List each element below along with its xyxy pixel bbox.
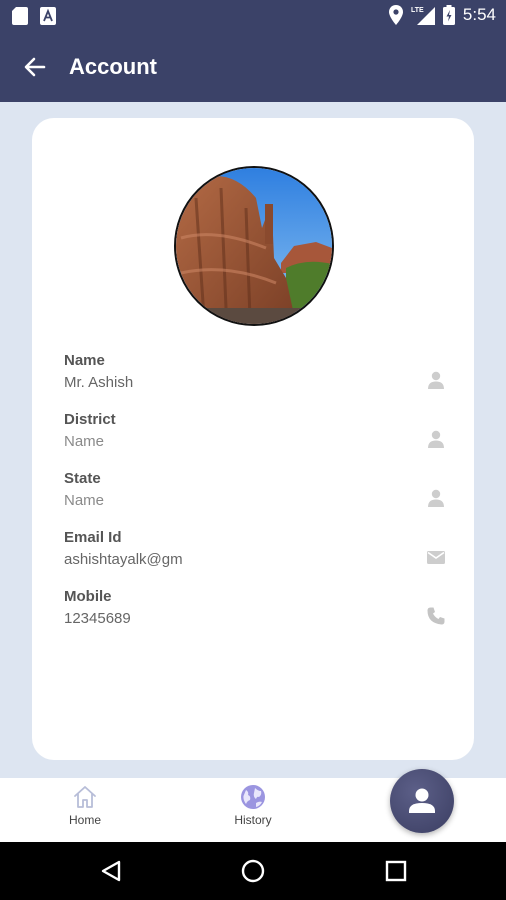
field-email-value: ashishtayalk@gm: [64, 551, 183, 568]
field-state: State Name: [64, 470, 444, 520]
nav-item-home-label: Home: [68, 813, 101, 827]
field-email-label: Email Id: [64, 529, 122, 546]
app-bar: Account: [0, 32, 506, 102]
status-right-icons: LTE 5:54: [388, 5, 496, 25]
location-icon: [388, 5, 403, 25]
field-name: Name Mr. Ashish: [64, 352, 444, 402]
field-name-label: Name: [64, 352, 105, 369]
sd-card-icon: [12, 7, 28, 25]
field-email: Email Id ashishtayalk@gm: [64, 529, 445, 579]
home-circle-icon[interactable]: [241, 859, 265, 883]
field-name-value: Mr. Ashish: [64, 374, 134, 391]
arrow-left-icon: [24, 57, 46, 77]
app-notification-icon: [40, 7, 56, 25]
field-state-label: State: [64, 470, 101, 487]
nav-item-history[interactable]: History: [208, 784, 298, 838]
status-left-icons: [12, 7, 56, 25]
field-mobile: Mobile 12345689: [64, 588, 445, 638]
battery-icon: [442, 5, 455, 25]
nav-item-home[interactable]: Home: [40, 784, 130, 838]
system-nav-bar: [0, 842, 506, 900]
profile-card: Name Mr. Ashish District Name State Name…: [32, 118, 474, 760]
recents-square-icon[interactable]: [385, 860, 407, 882]
person-icon: [428, 371, 444, 389]
back-button[interactable]: [20, 52, 50, 82]
account-fab-button[interactable]: [390, 769, 454, 833]
nav-item-history-label: History: [234, 813, 272, 827]
network-type-text: LTE: [411, 7, 424, 14]
profile-photo[interactable]: [174, 166, 334, 326]
field-district: District Name: [64, 411, 444, 461]
home-icon: [74, 786, 96, 808]
page-title: Account: [69, 54, 157, 79]
person-icon: [428, 489, 444, 507]
signal-icon: LTE: [411, 7, 435, 25]
field-district-label: District: [64, 411, 116, 428]
person-icon: [409, 788, 435, 813]
mail-icon: [427, 551, 445, 564]
field-district-value: Name: [64, 433, 105, 450]
profile-photo-image: [176, 168, 332, 324]
globe-icon: [241, 785, 265, 809]
back-triangle-icon[interactable]: [99, 859, 123, 883]
phone-icon: [427, 607, 445, 625]
field-state-value: Name: [64, 492, 105, 509]
field-mobile-label: Mobile: [64, 588, 112, 605]
status-time: 5:54: [462, 5, 496, 24]
status-bar: LTE 5:54: [0, 0, 506, 32]
field-mobile-value: 12345689: [64, 610, 131, 627]
person-icon: [428, 430, 444, 448]
